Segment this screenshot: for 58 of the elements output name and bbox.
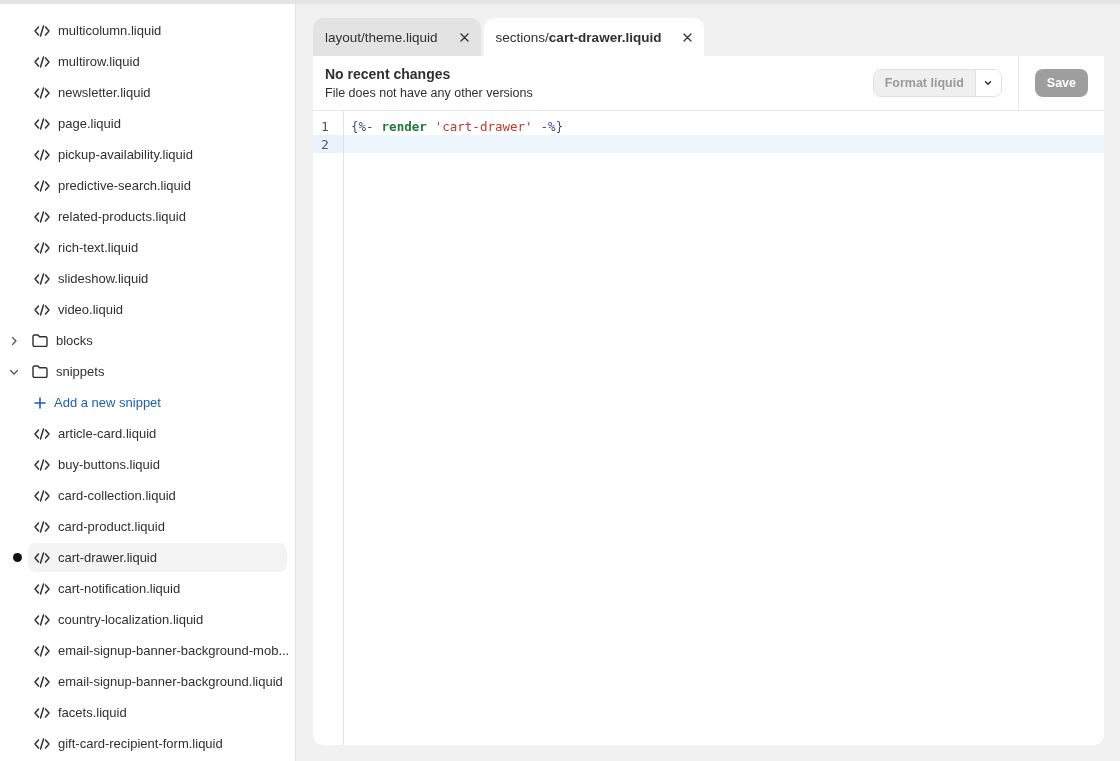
plus-icon xyxy=(34,396,46,409)
file-item[interactable]: video.liquid xyxy=(28,295,287,324)
file-item[interactable]: gift-card-recipient-form.liquid xyxy=(28,729,287,758)
file-item[interactable]: newsletter.liquid xyxy=(28,78,287,107)
code-icon xyxy=(34,24,50,37)
file-item[interactable]: multirow.liquid xyxy=(28,47,287,76)
folder-item[interactable]: blocks xyxy=(26,326,287,355)
code-icon xyxy=(34,303,50,316)
close-icon[interactable] xyxy=(459,32,469,42)
file-item[interactable]: cart-drawer.liquid xyxy=(28,543,287,572)
code-icon xyxy=(34,179,50,192)
file-item[interactable]: email-signup-banner-background.liquid xyxy=(28,667,289,696)
code-line: {%- render 'cart-drawer' -%} xyxy=(350,117,565,135)
code-icon xyxy=(34,489,50,502)
editor-tab[interactable]: layout/theme.liquid xyxy=(313,18,481,56)
folder-icon xyxy=(32,365,48,378)
file-item[interactable]: related-products.liquid xyxy=(28,202,287,231)
folder-item[interactable]: snippets xyxy=(26,357,287,386)
line-number: 1 xyxy=(320,117,330,135)
file-item[interactable]: multicolumn.liquid xyxy=(28,16,287,45)
file-item[interactable]: rich-text.liquid xyxy=(28,233,287,262)
code-icon xyxy=(34,55,50,68)
history-title: No recent changes xyxy=(325,66,452,82)
code-icon xyxy=(34,644,50,657)
file-item[interactable]: article-card.liquid xyxy=(28,419,287,448)
file-item[interactable]: email-signup-banner-background-mob... xyxy=(28,636,296,665)
code-icon xyxy=(34,210,50,223)
file-item[interactable]: facets.liquid xyxy=(28,698,287,727)
code-icon xyxy=(34,706,50,719)
file-item[interactable]: buy-buttons.liquid xyxy=(28,450,287,479)
add-snippet-link[interactable]: Add a new snippet xyxy=(28,388,287,417)
code-icon xyxy=(34,675,50,688)
file-item[interactable]: card-collection.liquid xyxy=(28,481,287,510)
code-icon xyxy=(34,148,50,161)
history-subtitle: File does not have any other versions xyxy=(325,86,534,100)
code-icon xyxy=(34,241,50,254)
code-icon xyxy=(34,520,50,533)
code-icon xyxy=(34,117,50,130)
code-icon xyxy=(34,737,50,750)
code-icon xyxy=(34,551,50,564)
code-icon xyxy=(34,582,50,595)
folder-icon xyxy=(32,334,48,347)
code-icon xyxy=(34,613,50,626)
code-icon xyxy=(34,427,50,440)
close-icon[interactable] xyxy=(683,32,693,42)
file-item[interactable]: slideshow.liquid xyxy=(28,264,287,293)
file-item[interactable]: card-product.liquid xyxy=(28,512,287,541)
code-icon xyxy=(34,86,50,99)
file-item[interactable]: page.liquid xyxy=(28,109,287,138)
file-item[interactable]: country-localization.liquid xyxy=(28,605,287,634)
code-icon xyxy=(34,272,50,285)
caret-icon xyxy=(983,78,994,88)
editor-tab[interactable]: sections/cart-drawer.liquid xyxy=(483,18,705,56)
file-item[interactable]: pickup-availability.liquid xyxy=(28,140,287,169)
code-icon xyxy=(34,458,50,471)
file-item[interactable]: predictive-search.liquid xyxy=(28,171,287,200)
line-number: 2 xyxy=(313,135,343,153)
file-item[interactable]: cart-notification.liquid xyxy=(28,574,287,603)
